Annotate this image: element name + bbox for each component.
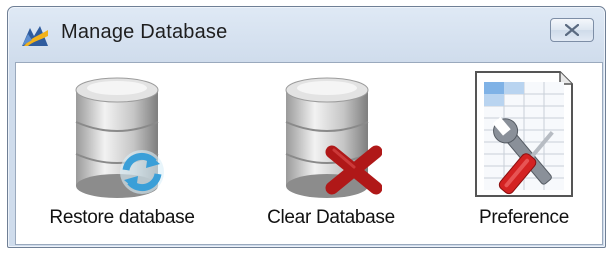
database-clear-icon	[282, 76, 383, 205]
app-logo-icon	[20, 22, 50, 48]
manage-database-window: Manage Database Restore database Clear D…	[7, 6, 606, 248]
preference-label: Preference	[479, 207, 569, 228]
title-bar[interactable]: Manage Database	[8, 7, 605, 61]
restore-database-button[interactable]: Restore database	[32, 63, 212, 246]
close-icon	[565, 24, 579, 36]
restore-database-label: Restore database	[49, 207, 195, 228]
preference-tools-icon	[472, 68, 578, 205]
clear-database-button[interactable]: Clear Database	[246, 63, 416, 246]
window-title: Manage Database	[61, 21, 228, 43]
database-restore-icon	[72, 76, 170, 205]
preference-button[interactable]: Preference	[454, 63, 594, 246]
close-button[interactable]	[550, 18, 594, 42]
clear-database-label: Clear Database	[267, 207, 395, 228]
tools-panel: Restore database Clear Database Preferen…	[15, 62, 603, 245]
